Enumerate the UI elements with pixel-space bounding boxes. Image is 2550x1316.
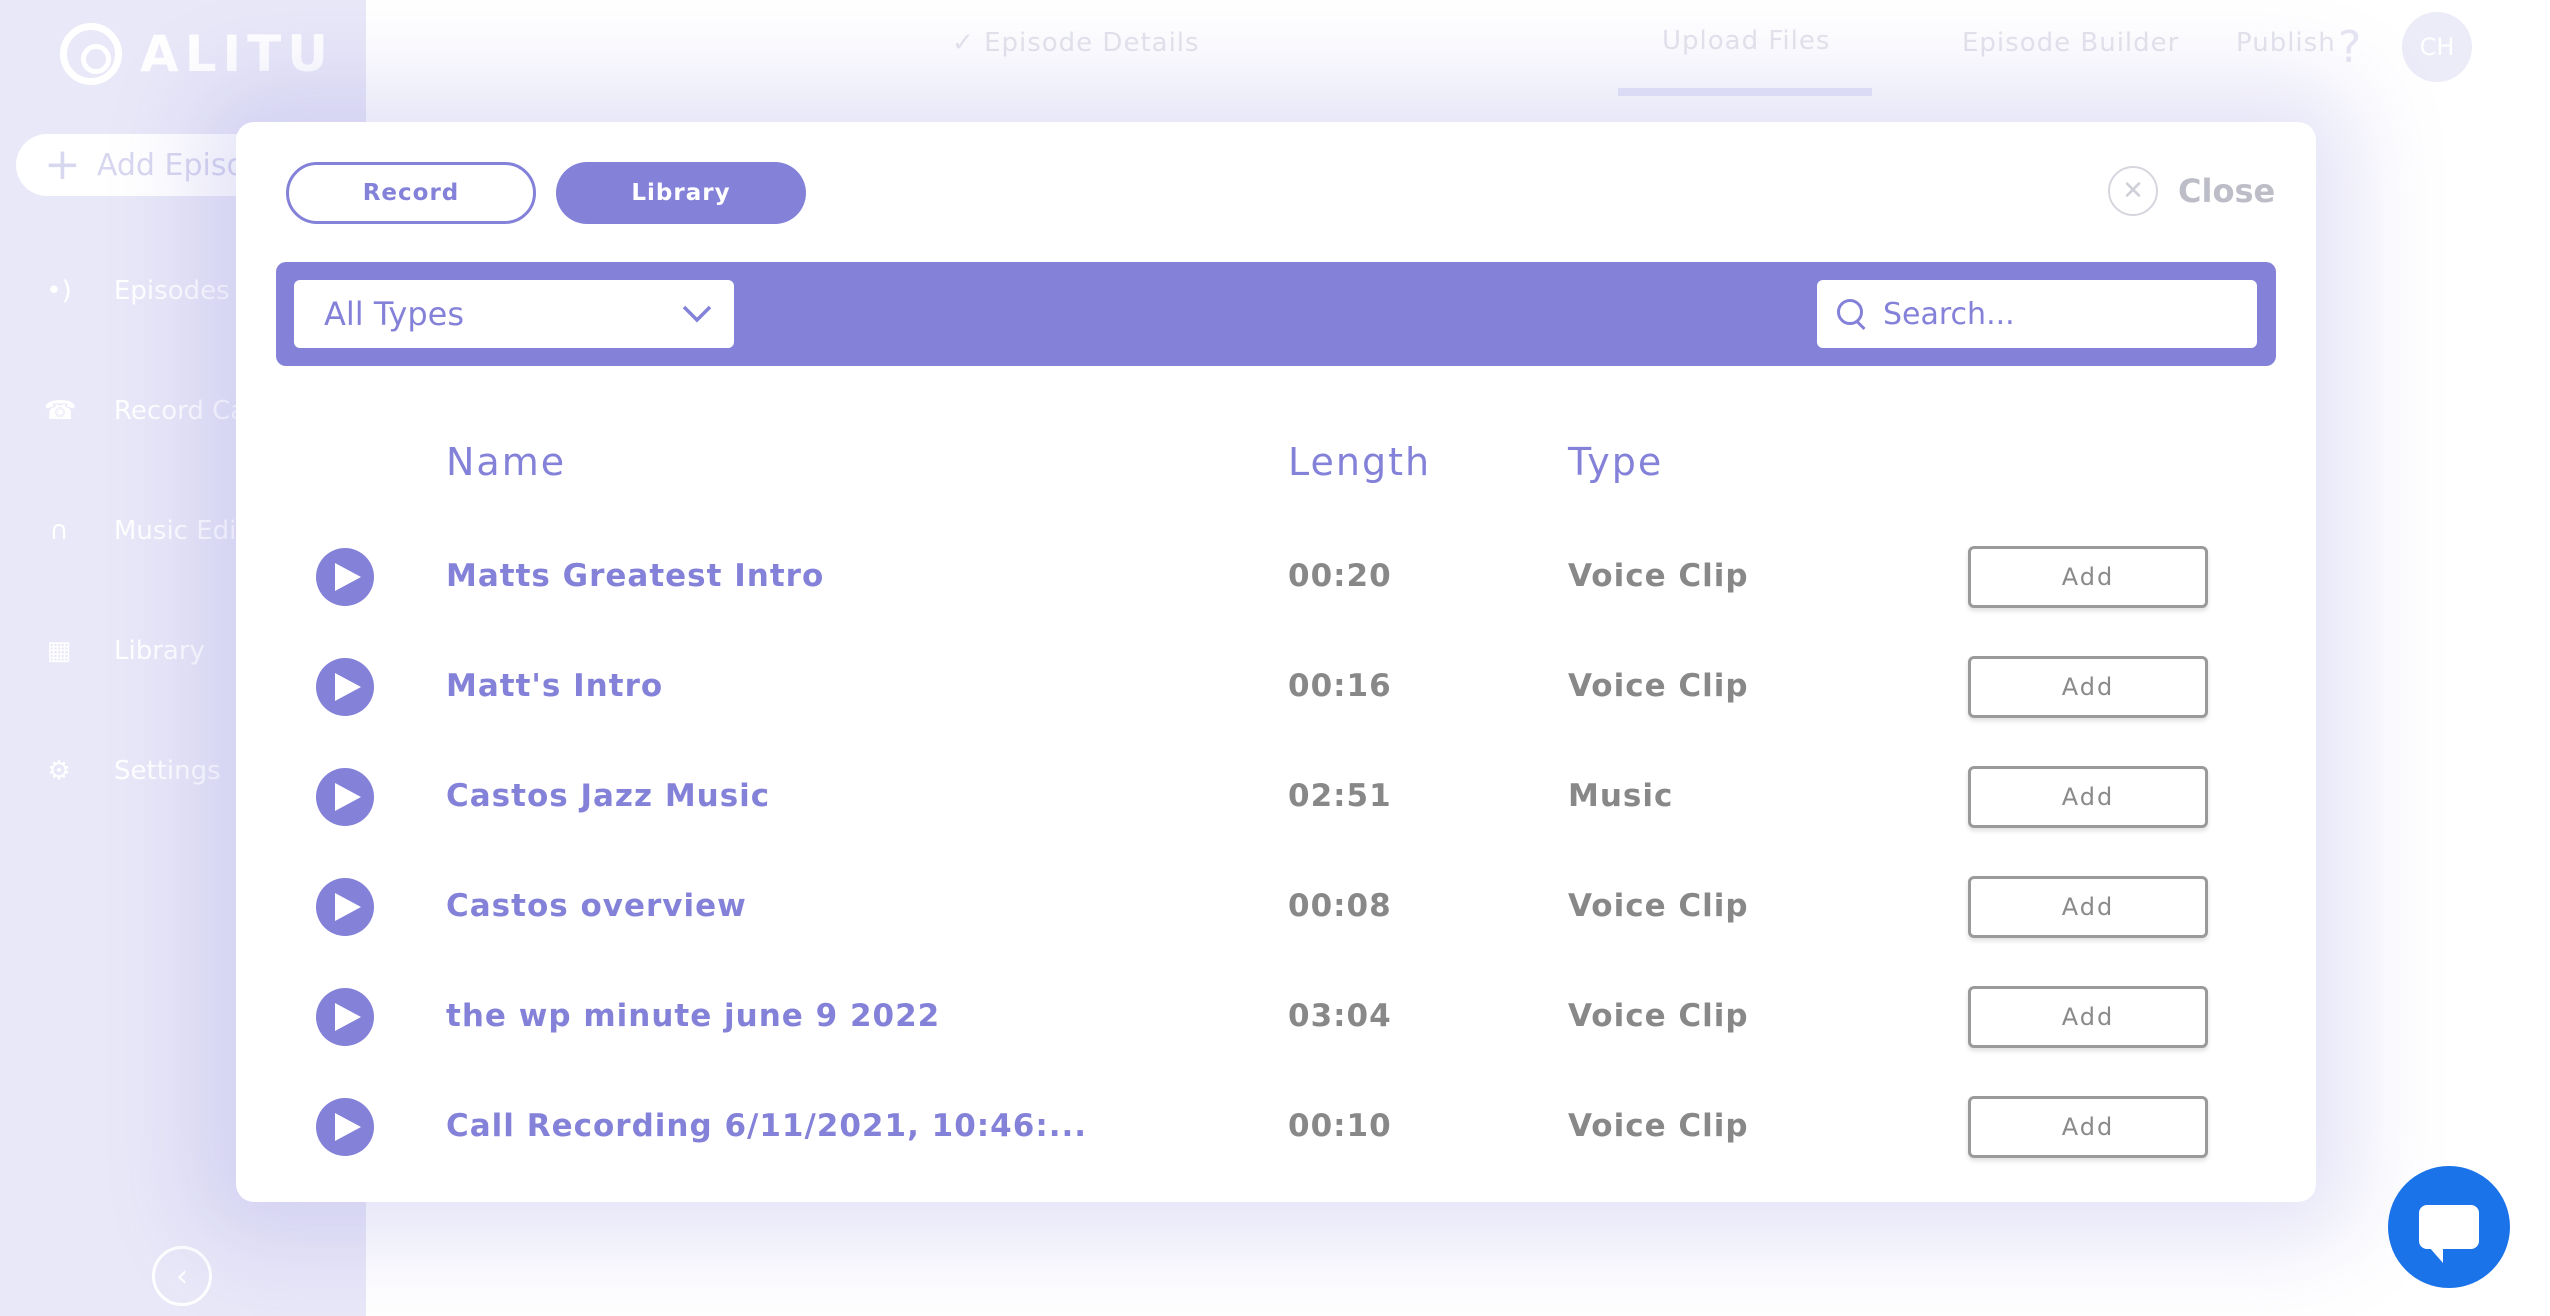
logo-text: ALITU xyxy=(140,25,334,83)
chevron-left-icon: ‹ xyxy=(176,1258,188,1294)
collapse-sidebar-button[interactable]: ‹ xyxy=(152,1246,212,1306)
sidebar-item-label: Settings xyxy=(114,756,221,786)
phone-icon: ☎ xyxy=(44,396,77,426)
sidebar-item-record-call[interactable]: ☎ Record Call xyxy=(44,396,261,426)
play-icon xyxy=(334,563,361,591)
row-type: Music xyxy=(1568,778,1674,814)
play-button[interactable] xyxy=(316,768,374,826)
add-button[interactable]: Add xyxy=(1968,656,2208,718)
row-length: 02:51 xyxy=(1288,778,1392,814)
sidebar-item-label: Library xyxy=(114,636,205,666)
play-icon xyxy=(334,1113,361,1141)
user-avatar[interactable]: CH xyxy=(2402,12,2472,82)
close-button[interactable]: ✕ Close xyxy=(2108,166,2275,216)
table-row: Castos Jazz Music 02:51 Music Add xyxy=(236,742,2316,852)
row-length: 00:08 xyxy=(1288,888,1392,924)
row-type: Voice Clip xyxy=(1568,998,1749,1034)
add-button[interactable]: Add xyxy=(1968,986,2208,1048)
play-button[interactable] xyxy=(316,988,374,1046)
row-length: 00:20 xyxy=(1288,558,1392,594)
table-row: Call Recording 6/11/2021, 10:46:... 00:1… xyxy=(236,1072,2316,1182)
headphones-icon: ∩ xyxy=(49,516,69,546)
step-upload-files[interactable]: Upload Files xyxy=(1662,26,1830,56)
column-header-type: Type xyxy=(1568,440,1664,484)
sidebar-item-episodes[interactable]: •) Episodes xyxy=(44,276,230,306)
close-label: Close xyxy=(2178,172,2276,210)
play-button[interactable] xyxy=(316,1098,374,1156)
play-button[interactable] xyxy=(316,878,374,936)
row-type: Voice Clip xyxy=(1568,668,1749,704)
play-icon xyxy=(334,1003,361,1031)
plus-icon: + xyxy=(44,139,81,190)
add-button[interactable]: Add xyxy=(1968,876,2208,938)
row-type: Voice Clip xyxy=(1568,558,1749,594)
type-filter-select[interactable]: All Types xyxy=(294,280,734,348)
play-button[interactable] xyxy=(316,548,374,606)
chat-widget-button[interactable] xyxy=(2388,1166,2510,1288)
row-name: Castos overview xyxy=(446,888,747,924)
play-icon xyxy=(334,783,361,811)
step-episode-builder[interactable]: Episode Builder xyxy=(1962,28,2179,58)
chevron-down-icon xyxy=(682,305,712,323)
play-icon xyxy=(334,673,361,701)
row-length: 00:16 xyxy=(1288,668,1392,704)
sidebar-item-label: Episodes xyxy=(114,276,230,306)
sidebar-item-settings[interactable]: ⚙ Settings xyxy=(44,756,221,786)
row-length: 03:04 xyxy=(1288,998,1392,1034)
table-row: the wp minute june 9 2022 03:04 Voice Cl… xyxy=(236,962,2316,1072)
grid-icon: ▦ xyxy=(46,636,72,666)
close-icon: ✕ xyxy=(2108,166,2158,216)
search-icon xyxy=(1837,299,1867,329)
top-navigation: ✓ Episode Details Upload Files Episode B… xyxy=(366,0,2550,96)
filter-bar: All Types xyxy=(276,262,2276,366)
broadcast-icon: •) xyxy=(46,276,72,306)
step-episode-details[interactable]: ✓ Episode Details xyxy=(952,28,1200,58)
sidebar-item-library[interactable]: ▦ Library xyxy=(44,636,205,666)
play-button[interactable] xyxy=(316,658,374,716)
row-name: Matt's Intro xyxy=(446,668,664,704)
add-button[interactable]: Add xyxy=(1968,546,2208,608)
gear-icon: ⚙ xyxy=(47,756,71,786)
help-icon[interactable]: ? xyxy=(2338,22,2361,73)
column-header-name: Name xyxy=(446,440,567,484)
row-name: the wp minute june 9 2022 xyxy=(446,998,941,1034)
play-icon xyxy=(334,893,361,921)
step-publish[interactable]: Publish xyxy=(2236,28,2336,58)
alitu-logo-icon xyxy=(60,23,122,85)
row-name: Castos Jazz Music xyxy=(446,778,771,814)
tab-record[interactable]: Record xyxy=(286,162,536,224)
row-name: Call Recording 6/11/2021, 10:46:... xyxy=(446,1108,1088,1144)
table-row: Matts Greatest Intro 00:20 Voice Clip Ad… xyxy=(236,522,2316,632)
search-input[interactable] xyxy=(1883,296,2243,332)
row-type: Voice Clip xyxy=(1568,1108,1749,1144)
tab-library[interactable]: Library xyxy=(556,162,806,224)
column-header-length: Length xyxy=(1288,440,1432,484)
row-name: Matts Greatest Intro xyxy=(446,558,825,594)
search-box xyxy=(1817,280,2257,348)
table-row: Matt's Intro 00:16 Voice Clip Add xyxy=(236,632,2316,742)
add-button[interactable]: Add xyxy=(1968,766,2208,828)
library-modal: Record Library ✕ Close All Types Name Le… xyxy=(236,122,2316,1202)
row-type: Voice Clip xyxy=(1568,888,1749,924)
type-filter-value: All Types xyxy=(324,295,465,333)
table-row: Castos overview 00:08 Voice Clip Add xyxy=(236,852,2316,962)
active-step-indicator xyxy=(1618,88,1872,96)
logo[interactable]: ALITU xyxy=(60,22,334,86)
row-length: 00:10 xyxy=(1288,1108,1392,1144)
chat-bubble-icon xyxy=(2419,1205,2479,1263)
add-button[interactable]: Add xyxy=(1968,1096,2208,1158)
step-label: Episode Details xyxy=(984,28,1200,58)
